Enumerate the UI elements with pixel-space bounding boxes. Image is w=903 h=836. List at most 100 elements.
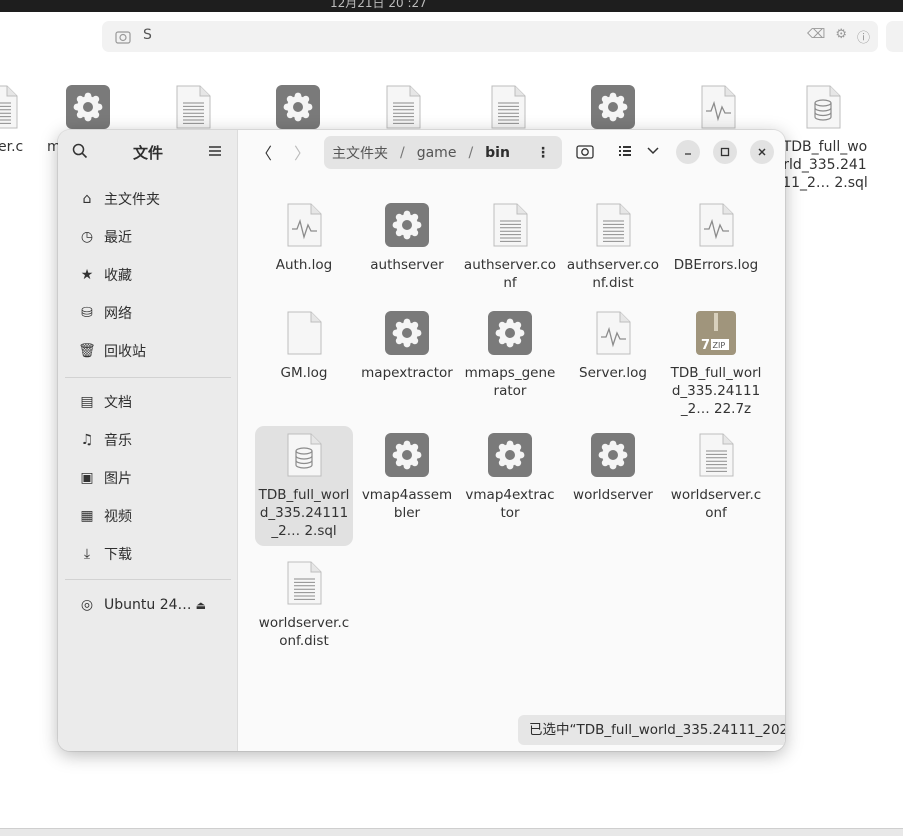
- path-segment-home[interactable]: 主文件夹: [324, 143, 396, 163]
- file-name: worldserver.conf: [670, 487, 762, 521]
- file-name: mapextractor: [361, 365, 453, 381]
- star-icon: ★: [80, 267, 94, 283]
- sidebar-item-recent[interactable]: ◷ 最近: [66, 220, 230, 254]
- file-item[interactable]: GM.log: [255, 304, 353, 388]
- background-search-bar[interactable]: S ⌫ ⚙ ⓘ: [102, 21, 878, 52]
- sidebar-item-label: 视频: [104, 509, 132, 525]
- file-name: GM.log: [280, 365, 328, 381]
- file-exec-icon: [486, 309, 534, 357]
- filter-icon[interactable]: ⚙: [835, 27, 847, 46]
- path-segment-bin[interactable]: bin: [477, 145, 518, 161]
- background-file-text-icon[interactable]: [379, 83, 427, 131]
- sidebar-item-picture[interactable]: ▣ 图片: [66, 461, 230, 495]
- file-7z-icon: 7 ZIP: [692, 309, 740, 357]
- path-separator: /: [468, 144, 474, 161]
- file-log-icon: [692, 201, 740, 249]
- file-text-icon: [280, 559, 328, 607]
- maximize-button[interactable]: [713, 140, 737, 164]
- search-folder-button[interactable]: [576, 144, 594, 160]
- file-name: worldserver.conf.dist: [258, 615, 350, 649]
- file-item[interactable]: mmaps_generator: [461, 304, 559, 406]
- hamburger-menu-icon[interactable]: [208, 144, 222, 158]
- file-exec-icon: [383, 309, 431, 357]
- minimize-button[interactable]: [676, 140, 700, 164]
- file-exec-icon: [383, 431, 431, 479]
- sidebar-item-label: 回收站: [104, 344, 146, 360]
- background-file-exec-icon[interactable]: [589, 83, 637, 131]
- path-separator: /: [400, 144, 405, 161]
- clear-icon[interactable]: ⌫: [807, 27, 825, 46]
- file-log-icon: [280, 201, 328, 249]
- path-segment-game[interactable]: game: [409, 145, 465, 161]
- file-item[interactable]: worldserver: [564, 426, 662, 510]
- sidebar-item-star[interactable]: ★ 收藏: [66, 258, 230, 292]
- background-file-label: TDB_full_world_335.24111_2… 2.sql: [782, 139, 868, 191]
- background-file-text-icon[interactable]: [169, 83, 217, 131]
- info-icon[interactable]: ⓘ: [857, 27, 870, 46]
- close-button[interactable]: [750, 140, 774, 164]
- file-name: TDB_full_world_335.24111_2… 2.sql: [258, 487, 350, 539]
- sidebar-header: 文件: [58, 130, 238, 174]
- background-file-exec-icon[interactable]: [64, 83, 112, 131]
- file-name: authserver.conf: [463, 257, 557, 291]
- file-item[interactable]: 7 ZIP TDB_full_world_335.24111_2… 22.7z: [667, 304, 765, 424]
- file-item[interactable]: Server.log: [564, 304, 662, 388]
- disc-icon: ◎: [80, 597, 94, 613]
- background-file-text-icon[interactable]: [0, 83, 24, 131]
- background-search-input[interactable]: S: [143, 27, 152, 43]
- back-button[interactable]: 〈: [252, 140, 276, 164]
- file-name: authserver.conf.dist: [566, 257, 660, 291]
- sidebar: 文件 ⌂ 主文件夹 ◷ 最近 ★ 收藏 ⛁ 网络 🗑 回收站 ▤ 文档 ♫ 音乐 ▣ 图片 ▦ 视频 ⤓ 下载 ◎ Ubu…: [58, 130, 238, 751]
- content-area: 〈 〉 主文件夹 / game / bin ⋮ Auth.log authserv…: [238, 130, 785, 751]
- file-item[interactable]: mapextractor: [358, 304, 456, 388]
- file-exec-icon: [383, 201, 431, 249]
- background-file-log-icon[interactable]: [694, 83, 742, 131]
- network-icon: ⛁: [81, 305, 93, 321]
- sidebar-item-label: Ubuntu 24…: [104, 597, 192, 613]
- svg-text:7: 7: [701, 338, 710, 353]
- file-item[interactable]: authserver: [358, 196, 456, 280]
- file-item[interactable]: authserver.conf.dist: [564, 196, 662, 298]
- file-name: vmap4extractor: [465, 487, 555, 521]
- forward-button[interactable]: 〉: [290, 140, 314, 164]
- view-list-icon[interactable]: [618, 144, 632, 158]
- path-menu-icon[interactable]: ⋮: [536, 145, 550, 161]
- sidebar-item-download[interactable]: ⤓ 下载: [66, 537, 230, 571]
- file-item[interactable]: Auth.log: [255, 196, 353, 280]
- file-item[interactable]: TDB_full_world_335.24111_2… 2.sql: [255, 426, 353, 546]
- sidebar-item-trash[interactable]: 🗑 回收站: [66, 334, 230, 368]
- sidebar-item-label: 网络: [104, 306, 132, 322]
- file-item[interactable]: authserver.conf: [461, 196, 559, 298]
- background-search-folder-button[interactable]: [886, 21, 903, 52]
- music-icon: ♫: [80, 432, 94, 448]
- background-file-db-icon[interactable]: [799, 83, 847, 131]
- sidebar-divider: [65, 377, 231, 378]
- file-name: vmap4assembler: [361, 487, 453, 521]
- sidebar-item-video[interactable]: ▦ 视频: [66, 499, 230, 533]
- file-item[interactable]: vmap4extractor: [461, 426, 559, 528]
- sidebar-item-document[interactable]: ▤ 文档: [66, 385, 230, 419]
- file-item[interactable]: DBErrors.log: [667, 196, 765, 280]
- eject-icon[interactable]: ⏏: [196, 599, 206, 612]
- sidebar-item-label: 收藏: [104, 268, 132, 284]
- file-item[interactable]: worldserver.conf: [667, 426, 765, 528]
- file-name: TDB_full_world_335.24111_2… 22.7z: [670, 365, 762, 417]
- file-item[interactable]: worldserver.conf.dist: [255, 554, 353, 656]
- sidebar-item-disc[interactable]: ◎ Ubuntu 24… ⏏: [66, 588, 230, 622]
- sidebar-item-home[interactable]: ⌂ 主文件夹: [66, 182, 230, 216]
- sidebar-item-label: 下载: [104, 547, 132, 563]
- trash-icon: 🗑: [78, 343, 96, 359]
- download-icon: ⤓: [83, 546, 91, 562]
- clock[interactable]: 12月21日 20 :27: [330, 0, 427, 11]
- taskbar: [0, 828, 903, 836]
- file-item[interactable]: vmap4assembler: [358, 426, 456, 528]
- file-text-icon: [589, 201, 637, 249]
- sidebar-item-network[interactable]: ⛁ 网络: [66, 296, 230, 330]
- file-name: DBErrors.log: [673, 257, 759, 273]
- sidebar-item-music[interactable]: ♫ 音乐: [66, 423, 230, 457]
- background-file-text-icon[interactable]: [484, 83, 532, 131]
- file-db-icon: [280, 431, 328, 479]
- background-file-exec-icon[interactable]: [274, 83, 322, 131]
- chevron-down-icon[interactable]: [647, 146, 659, 156]
- recent-icon: ◷: [80, 229, 94, 245]
